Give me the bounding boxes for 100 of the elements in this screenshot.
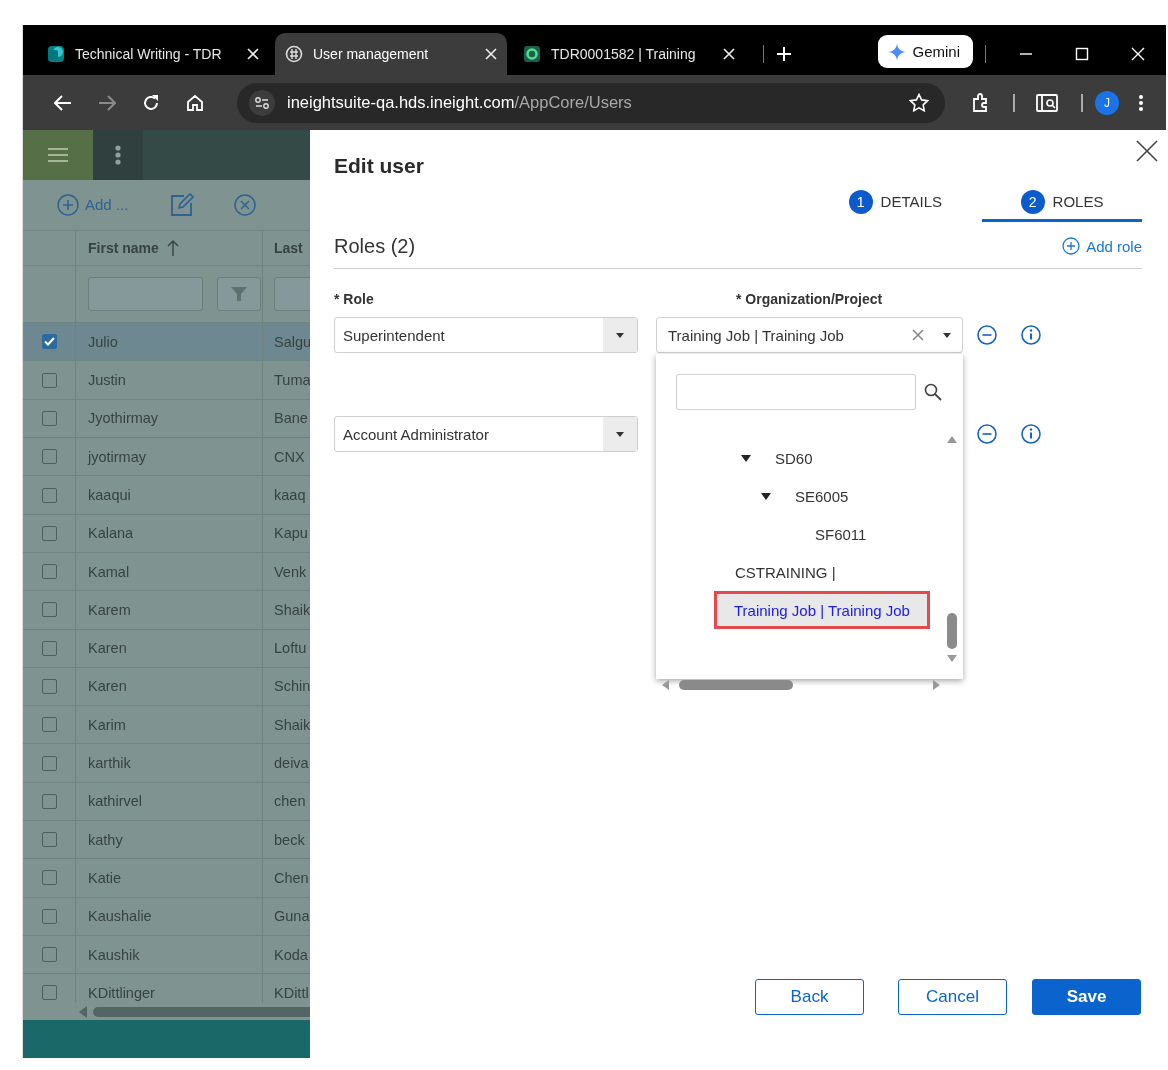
table-cell: Karen: [88, 640, 127, 657]
table-cell: beck: [274, 831, 305, 848]
save-button[interactable]: Save: [1032, 979, 1141, 1015]
row-checkbox[interactable]: [41, 793, 57, 809]
vertical-scrollbar[interactable]: [945, 436, 959, 662]
reading-mode-icon[interactable]: [1036, 92, 1058, 113]
row-checkbox[interactable]: [41, 487, 57, 503]
row-checkbox[interactable]: [41, 679, 57, 694]
tree-item[interactable]: SF6011: [656, 515, 963, 553]
step-number: 2: [1020, 189, 1045, 214]
row-checkbox[interactable]: [41, 755, 57, 771]
step-tab[interactable]: 1 DETAILS: [848, 184, 982, 222]
section-heading: Roles (2): [334, 234, 416, 258]
profile-avatar[interactable]: J: [1095, 90, 1119, 115]
row-checkbox[interactable]: [41, 372, 57, 388]
search-field[interactable]: [676, 374, 916, 410]
row-checkbox[interactable]: [41, 870, 57, 886]
scroll-left-icon[interactable]: [662, 680, 669, 690]
address-bar[interactable]: ineightsuite-qa.hds.ineight.com/AppCore/Users: [237, 82, 945, 123]
row-checkbox[interactable]: [41, 832, 57, 848]
row-checkbox[interactable]: [41, 985, 57, 1001]
table-cell: Shaik: [274, 716, 310, 733]
browser-tab[interactable]: User management: [275, 33, 507, 75]
add-role-link[interactable]: Add role: [1062, 237, 1142, 255]
caret-icon[interactable]: [942, 331, 952, 339]
dialog-title: Edit user: [334, 154, 425, 179]
table-cell: Kalana: [88, 525, 134, 542]
row-checkbox[interactable]: [41, 908, 57, 924]
close-icon[interactable]: [1136, 140, 1158, 162]
browser-tab[interactable]: TDR0001582 | Training: [513, 33, 745, 75]
info-icon[interactable]: [1021, 325, 1041, 345]
home-icon[interactable]: [186, 93, 204, 112]
row-checkbox[interactable]: [41, 947, 57, 963]
tree-item[interactable]: Training Job | Training Job: [714, 591, 930, 629]
caret-icon: [615, 331, 625, 339]
table-cell: Koda: [274, 946, 308, 963]
more-icon[interactable]: [1138, 93, 1144, 112]
dialog-button[interactable]: Back: [755, 979, 864, 1015]
table-cell: jyotirmay: [88, 448, 146, 465]
table-cell: KDittl: [274, 984, 309, 1001]
reload-icon[interactable]: [142, 93, 160, 112]
table-cell: Justin: [88, 372, 126, 389]
table-cell: CNX: [274, 448, 305, 465]
row-checkbox[interactable]: [41, 410, 57, 426]
cancel-icon[interactable]: [234, 193, 257, 216]
table-cell: Venk: [274, 563, 307, 580]
caret-icon: [615, 430, 625, 438]
add-icon: [57, 193, 79, 216]
tree-item[interactable]: SE6005: [656, 477, 963, 515]
scroll-left-icon[interactable]: [79, 1005, 87, 1018]
row-checkbox[interactable]: [41, 717, 57, 733]
table-cell: Bane: [274, 410, 308, 427]
step-tab[interactable]: 2 ROLES: [982, 184, 1142, 222]
row-checkbox[interactable]: [41, 564, 57, 580]
table-cell: kathy: [88, 831, 123, 848]
scroll-up-icon[interactable]: [947, 436, 957, 443]
gemini-button[interactable]: Gemini: [878, 35, 973, 68]
forward-icon[interactable]: [98, 93, 116, 112]
role-dropdown[interactable]: Superintendent: [334, 317, 638, 353]
menu-icon[interactable]: [48, 146, 68, 163]
remove-icon[interactable]: [977, 424, 997, 444]
remove-icon[interactable]: [977, 325, 997, 345]
sort-ascending-icon[interactable]: [166, 239, 179, 257]
horizontal-scrollbar[interactable]: [662, 678, 940, 692]
scroll-right-icon[interactable]: [933, 680, 940, 690]
row-checkbox[interactable]: [41, 602, 57, 618]
tree-item[interactable]: CSTRAINING |: [656, 553, 963, 591]
expanded-caret-icon[interactable]: [761, 491, 771, 501]
row-checkbox[interactable]: [41, 640, 57, 656]
scrollbar-thumb[interactable]: [679, 680, 793, 690]
search-icon[interactable]: [924, 383, 942, 401]
star-icon[interactable]: [909, 92, 929, 113]
table-cell: Loftu: [274, 640, 307, 657]
table-cell: kaaqui: [88, 487, 131, 503]
tree-item[interactable]: SD60: [656, 439, 963, 477]
add-icon: [1062, 237, 1081, 255]
row-checkbox[interactable]: [41, 449, 57, 465]
info-icon[interactable]: [1021, 424, 1041, 444]
scrollbar-thumb[interactable]: [947, 613, 957, 649]
table-cell: Schin: [274, 678, 310, 695]
clear-icon[interactable]: [912, 329, 924, 341]
filter-field[interactable]: [88, 277, 203, 312]
role-dropdown[interactable]: Account Administrator: [334, 416, 638, 452]
new-tab-icon[interactable]: [776, 46, 792, 62]
table-cell: Shaik: [274, 601, 310, 618]
dialog-button[interactable]: Cancel: [898, 979, 1007, 1015]
site-settings-icon[interactable]: [249, 89, 275, 116]
back-icon[interactable]: [54, 93, 72, 112]
table-cell: Chen: [274, 869, 309, 886]
sparkle-icon: [888, 42, 907, 61]
scrollbar-thumb[interactable]: [93, 1006, 310, 1017]
edit-icon[interactable]: [170, 192, 195, 217]
browser-tab[interactable]: Technical Writing - TDR: [37, 33, 269, 75]
expanded-caret-icon[interactable]: [741, 453, 751, 463]
filter-button[interactable]: [217, 277, 261, 312]
table-cell: Kapu: [274, 525, 308, 542]
row-checkbox[interactable]: [41, 525, 57, 541]
row-checkbox[interactable]: [41, 334, 57, 350]
table-cell: Kaushik: [88, 946, 140, 963]
scroll-down-icon[interactable]: [947, 655, 957, 662]
